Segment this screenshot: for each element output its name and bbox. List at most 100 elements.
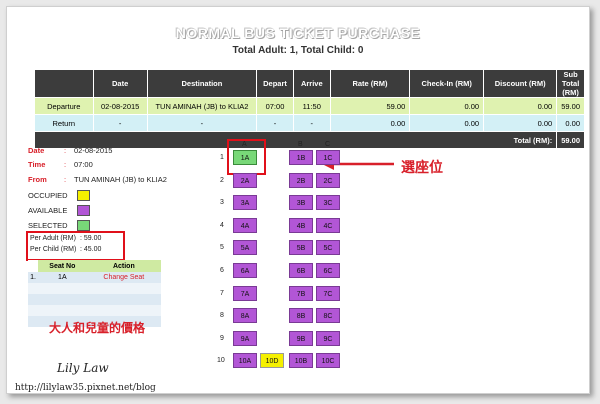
col-header-arrive: Arrive (292, 69, 331, 98)
seat-row-number: 2 (220, 176, 224, 184)
seat-10b[interactable]: 10B (289, 353, 313, 369)
legend-occupied-label: OCCUPIED (28, 191, 68, 200)
seat-3b[interactable]: 3B (289, 195, 313, 211)
cell-date: 02-08-2015 (92, 97, 148, 115)
seat-9c[interactable]: 9C (316, 330, 340, 346)
page-title: NORMAL BUS TICKET PURCHASE (175, 25, 421, 41)
seat-row-number: 8 (220, 312, 224, 320)
action-header-row: Seat No Action (28, 260, 161, 272)
change-seat-link[interactable]: Change Seat (86, 272, 161, 283)
cell-destination: TUN AMINAH (JB) to KLIA2 (146, 97, 258, 115)
seat-row-number: 3 (220, 199, 224, 207)
seat-6a[interactable]: 6A (233, 263, 257, 278)
row-seat: 1A (38, 272, 87, 283)
total-label: Total (RM): (33, 131, 558, 149)
table-row: 1. 1A Change Seat (28, 272, 161, 283)
col-header-destination: Destination (146, 69, 258, 98)
seat-2c[interactable]: 2C (316, 172, 340, 188)
cell-rate: 0.00 (329, 114, 411, 132)
screenshot-frame: NORMAL BUS TICKET PURCHASE Total Adult: … (6, 6, 590, 394)
row-index: 1. (28, 272, 38, 283)
departure-row: Departure 02-08-2015 TUN AMINAH (JB) to … (34, 97, 585, 115)
seat-7a[interactable]: 7A (233, 285, 257, 301)
seat-10d: 10D (260, 353, 284, 369)
seat-7b[interactable]: 7B (289, 285, 313, 301)
col-header-date: Date (92, 69, 148, 98)
seat-row-number: 1 (220, 154, 224, 161)
total-row: Total (RM): 59.00 (33, 131, 585, 149)
legend-available-swatch (77, 205, 90, 216)
seat-8a[interactable]: 8A (233, 308, 257, 324)
seat-6c[interactable]: 6C (316, 263, 340, 278)
seat-10a[interactable]: 10A (233, 353, 257, 369)
cell-discount: 0.00 (483, 97, 558, 115)
summary-header-row: Date Destination Depart Arrive Rate (RM)… (34, 69, 585, 98)
legend-occupied-swatch (77, 190, 90, 201)
seat-row-number: 5 (220, 244, 224, 252)
table-row (28, 294, 161, 305)
seat-10c[interactable]: 10C (316, 353, 340, 369)
table-row (28, 283, 161, 294)
seat-row-number: 6 (220, 267, 224, 274)
passenger-count: Total Adult: 1, Total Child: 0 (232, 45, 364, 56)
cell-date: - (92, 114, 148, 132)
seat-2b[interactable]: 2B (289, 172, 313, 188)
seat-9b[interactable]: 9B (289, 330, 313, 346)
seat-8b[interactable]: 8B (289, 308, 313, 324)
seat-1c[interactable]: 1C (316, 150, 340, 165)
cell-type: Departure (34, 97, 94, 115)
seat-3c[interactable]: 3C (316, 195, 340, 211)
cell-depart: 07:00 (256, 97, 294, 115)
info-date: Date:02-08-2015 (28, 146, 113, 155)
cell-checkin: 0.00 (409, 97, 485, 115)
url-watermark: http://lilylaw35.pixnet.net/blog (15, 383, 156, 393)
col-header-discount: Discount (RM) (483, 69, 558, 98)
cell-destination: - (146, 114, 258, 132)
seat-4a[interactable]: 4A (233, 217, 257, 233)
col-header-rate: Rate (RM) (329, 69, 411, 98)
seat-5a[interactable]: 5A (233, 240, 257, 256)
seat-3a[interactable]: 3A (233, 195, 257, 211)
seat-1b[interactable]: 1B (289, 150, 313, 165)
cell-subtotal: 0.00 (556, 114, 585, 132)
seat-row-number: 7 (220, 289, 224, 297)
col-header-checkin: Check-In (RM) (409, 69, 485, 98)
seat-4c[interactable]: 4C (316, 217, 340, 233)
cell-subtotal: 59.00 (556, 97, 585, 115)
select-seat-annotation: 選座位 (401, 160, 443, 176)
info-from: From: TUN AMINAH (JB) to KLIA2 (28, 175, 167, 184)
seat-column-header: C (325, 141, 331, 148)
price-annotation: 大人和兒童的價格 (49, 321, 146, 335)
seat-7c[interactable]: 7C (316, 285, 340, 301)
info-time-value: 07:00 (74, 160, 93, 169)
seat-2a[interactable]: 2A (233, 172, 257, 188)
seat-5c[interactable]: 5C (316, 240, 340, 256)
seat-1a[interactable]: 1A (233, 150, 257, 165)
cell-rate: 59.00 (329, 97, 411, 115)
total-value: 59.00 (556, 131, 585, 149)
seat-5b[interactable]: 5B (289, 240, 313, 256)
seat-6b[interactable]: 6B (289, 263, 313, 278)
rate-adult: Per Adult (RM): 59.00 (30, 235, 102, 242)
seat-8c[interactable]: 8C (316, 308, 340, 324)
signature-watermark: Lily Law (57, 361, 109, 375)
action-header: Action (86, 260, 161, 272)
cell-checkin: 0.00 (409, 114, 485, 132)
seat-4b[interactable]: 4B (289, 217, 313, 233)
trip-summary-table: Date Destination Depart Arrive Rate (RM)… (33, 69, 585, 149)
cell-arrive: 11:50 (292, 97, 331, 115)
seat-9a[interactable]: 9A (233, 330, 257, 346)
legend-selected-label: SELECTED (28, 221, 68, 230)
legend-selected-swatch (77, 220, 90, 231)
table-row (28, 305, 161, 316)
seat-no-header: Seat No (38, 260, 87, 272)
info-from-value: TUN AMINAH (JB) to KLIA2 (74, 175, 167, 184)
seat-row-number: 4 (220, 221, 224, 229)
col-header-depart: Depart (256, 69, 294, 98)
return-row: Return - - - - 0.00 0.00 0.00 0.00 (34, 114, 585, 132)
col-header-type (34, 69, 94, 98)
cell-arrive: - (292, 114, 331, 132)
cell-discount: 0.00 (483, 114, 558, 132)
col-header-subtotal: Sub Total (RM) (556, 69, 585, 98)
seat-row-number: 9 (220, 334, 224, 342)
